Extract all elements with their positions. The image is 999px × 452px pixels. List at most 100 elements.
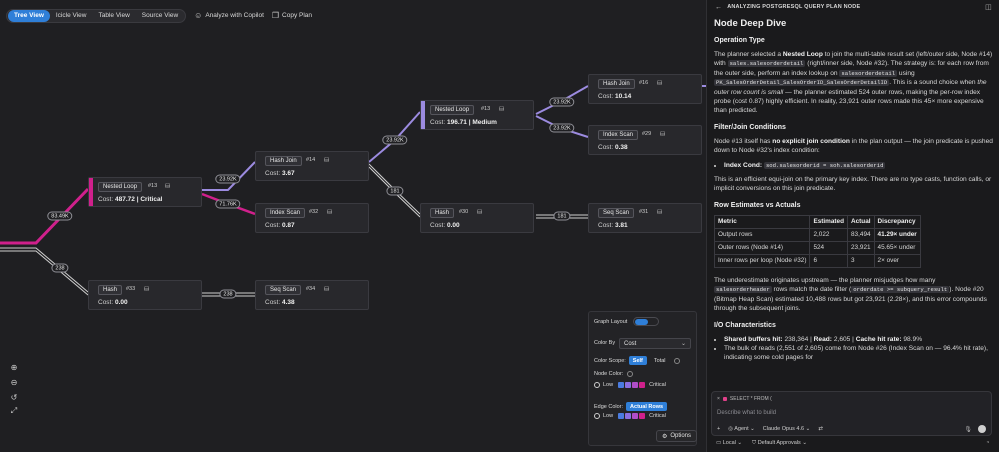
color-swatch: [618, 382, 625, 388]
edge-label: 23.92K: [382, 135, 408, 145]
zoom-in-icon[interactable]: ⊕: [9, 362, 19, 372]
node-operation: Hash: [98, 285, 123, 295]
color-swatch: [625, 382, 632, 388]
bullet-list: Index Cond: sod.salesorderid = soh.sales…: [724, 161, 994, 170]
critical-label: Critical: [649, 413, 666, 419]
node-cost: 0.00: [446, 222, 460, 229]
plan-node[interactable]: Index Scan #29 ⛁ Cost: 0.38: [588, 125, 702, 155]
scope-self-button[interactable]: Self: [628, 356, 647, 365]
database-icon[interactable]: ⛁: [477, 208, 482, 216]
zoom-out-icon[interactable]: ⊖: [9, 377, 19, 387]
edge-color-radio[interactable]: [594, 413, 600, 419]
node-operation: Hash: [430, 208, 455, 218]
back-arrow-icon[interactable]: ←: [715, 4, 722, 11]
cost-label: Cost:: [430, 222, 446, 229]
chat-input[interactable]: Describe what to build: [717, 410, 776, 416]
database-icon[interactable]: ⛁: [324, 156, 329, 164]
node-operation: Index Scan: [598, 130, 639, 140]
database-icon[interactable]: ⛁: [499, 105, 504, 113]
node-color-radio[interactable]: [594, 382, 600, 388]
copilot-panel: ← ANALYZING POSTGRESQL QUERY PLAN NODE ◫…: [706, 0, 999, 452]
node-operation: Hash Join: [265, 156, 302, 166]
copy-plan-button[interactable]: ❐ Copy Plan: [272, 9, 312, 23]
edge-color-value[interactable]: Actual Rows: [626, 402, 668, 411]
column-header: Actual: [847, 214, 875, 229]
graph-layout-toggle[interactable]: [633, 317, 660, 326]
edge-label: 181: [553, 211, 571, 221]
cost-label: Cost:: [598, 222, 614, 229]
add-icon[interactable]: +: [717, 426, 720, 432]
edge-root-13: [0, 187, 90, 245]
info-icon[interactable]: [673, 357, 680, 364]
plan-node[interactable]: Index Scan #32 ⛁ Cost: 0.87: [255, 203, 369, 233]
database-icon[interactable]: ⛁: [324, 285, 329, 293]
row-estimates-table: Metric Estimated Actual Discrepancy Outp…: [714, 214, 921, 268]
node-id: #33: [126, 286, 136, 292]
plan-node[interactable]: Hash Join #16 ⛁ Cost: 10.14: [588, 74, 702, 104]
paragraph: The planner selected a Nested Loop to jo…: [714, 51, 993, 115]
database-icon[interactable]: ⛁: [660, 130, 665, 138]
settings-icon[interactable]: ⇄: [818, 426, 823, 432]
node-id: #13: [148, 183, 158, 189]
node-cost: 3.67: [281, 170, 295, 177]
options-button[interactable]: ⚙ Options: [656, 430, 697, 442]
reset-view-icon[interactable]: ↺: [9, 392, 19, 402]
database-icon[interactable]: ⛁: [657, 208, 662, 216]
node-id: #34: [306, 286, 316, 292]
node-id: #13: [481, 106, 491, 112]
node-operation: Seq Scan: [265, 285, 302, 295]
plan-canvas[interactable]: 83.49K 238 23.92K 71.76K 238 23.92K 181 …: [0, 0, 706, 452]
send-button[interactable]: [978, 425, 986, 433]
plan-node[interactable]: Hash #33 ⛁ Cost: 0.00: [88, 280, 202, 310]
sidebar-toggle-icon[interactable]: ◫: [985, 3, 992, 11]
plan-node[interactable]: Hash #30 ⛁ Cost: 0.00: [420, 203, 534, 233]
close-icon[interactable]: ×: [717, 396, 720, 402]
node-cost: 3.81: [614, 222, 628, 229]
scope-total-button[interactable]: Total: [650, 356, 670, 365]
context-chip[interactable]: × SELECT * FROM (: [717, 396, 772, 402]
view-toolbar: Tree View Icicle View Table View Source …: [0, 0, 706, 31]
node-id: #32: [309, 209, 319, 215]
color-by-select[interactable]: Cost ⌄: [619, 338, 691, 349]
tab-table-view[interactable]: Table View: [92, 10, 135, 22]
chevron-down-icon: ⌄: [680, 341, 686, 347]
table-cell: 83,494: [847, 227, 875, 242]
microphone-icon[interactable]: 🎙: [964, 426, 972, 433]
tab-source-view[interactable]: Source View: [136, 10, 184, 22]
panel-header-title: ANALYZING POSTGRESQL QUERY PLAN NODE: [727, 4, 861, 10]
cost-label: Cost:: [598, 93, 614, 100]
database-icon[interactable]: ⛁: [657, 79, 662, 87]
info-icon[interactable]: [627, 371, 634, 377]
tab-tree-view[interactable]: Tree View: [8, 9, 50, 22]
bullet-list: Shared buffers hit: 238,364 | Read: 2,60…: [724, 335, 994, 363]
graph-layout-label: Graph Layout: [594, 318, 628, 325]
node-cost: 487.72: [114, 196, 135, 203]
plan-node[interactable]: Hash Join #14 ⛁ Cost: 3.67: [255, 151, 369, 181]
file-icon: [722, 397, 727, 401]
agent-mode-select[interactable]: ◎ Agent ⌄: [728, 426, 755, 432]
approvals-button[interactable]: ⛉ Default Approvals ⌄: [752, 440, 807, 447]
database-icon[interactable]: ⛁: [327, 208, 332, 216]
database-icon[interactable]: ⛁: [165, 182, 170, 190]
analyze-copilot-button[interactable]: ☺ Analyze with Copilot: [194, 9, 264, 23]
color-swatch: [632, 413, 639, 419]
tab-icicle-view[interactable]: Icicle View: [50, 10, 93, 22]
plan-node[interactable]: Seq Scan #34 ⛁ Cost: 4.38: [255, 280, 369, 310]
node-severity: Critical: [140, 196, 163, 203]
edge-label: 181: [386, 186, 404, 196]
node-cost: 0.87: [281, 222, 295, 229]
plan-node[interactable]: Nested Loop #13 ⛁ Cost: 196.71 | Medium: [420, 100, 534, 130]
list-item: Index Cond: sod.salesorderid = soh.sales…: [724, 161, 994, 170]
local-mode-button[interactable]: ▭ Local ⌄: [716, 440, 742, 447]
fit-view-icon[interactable]: ⤢: [9, 406, 19, 416]
cost-label: Cost:: [430, 119, 446, 126]
database-icon[interactable]: ⛁: [144, 285, 149, 293]
table-cell: 2,022: [809, 227, 848, 242]
node-cost: 4.38: [281, 299, 295, 306]
status-bar: ▭ Local ⌄ ⛉ Default Approvals ⌄ ◔: [716, 440, 989, 447]
plan-node[interactable]: Nested Loop #13 ⛁ Cost: 487.72 | Critica…: [88, 177, 202, 207]
column-header: Metric: [714, 214, 811, 229]
plan-node[interactable]: Seq Scan #31 ⛁ Cost: 3.81: [588, 203, 702, 233]
analysis-document[interactable]: Node Deep Dive Operation Type The planne…: [714, 16, 994, 388]
model-select[interactable]: Claude Opus 4.6 ⌄: [763, 426, 810, 432]
